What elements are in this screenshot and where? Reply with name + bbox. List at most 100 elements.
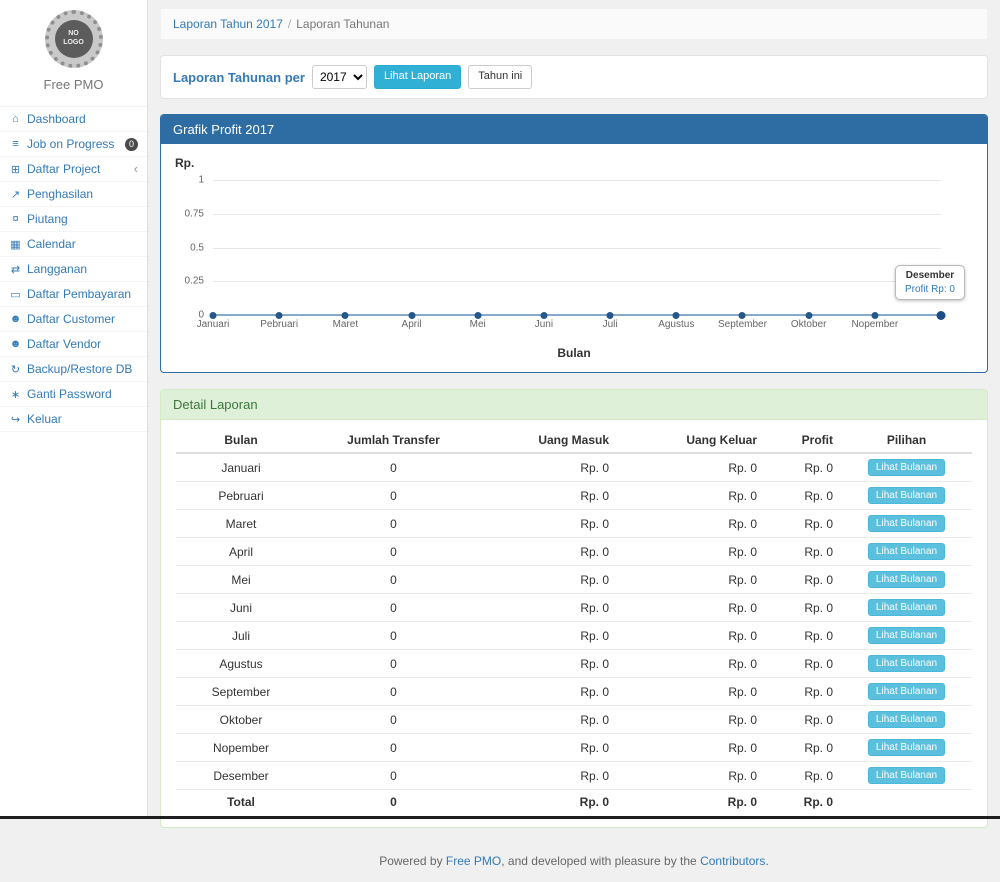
breadcrumb-link[interactable]: Laporan Tahun 2017 — [173, 17, 283, 31]
tooltip-value: Profit Rp: 0 — [905, 284, 955, 295]
sidebar-item-label: Daftar Vendor — [27, 337, 101, 351]
tahun-ini-button[interactable]: Tahun ini — [468, 65, 532, 88]
detail-table-wrap: Bulan Jumlah Transfer Uang Masuk Uang Ke… — [161, 420, 987, 827]
cell-uang-keluar: Rp. 0 — [621, 538, 771, 566]
lihat-bulanan-button[interactable]: Lihat Bulanan — [868, 767, 945, 784]
logo-area: NO LOGO Free PMO — [0, 0, 147, 98]
lihat-bulanan-button[interactable]: Lihat Bulanan — [868, 683, 945, 700]
x-tick-label: Juli — [603, 319, 618, 330]
table-row-maret: Maret0Rp. 0Rp. 0Rp. 0Lihat Bulanan — [176, 510, 972, 538]
sidebar-item-job-on-progress[interactable]: ≡Job on Progress0 — [0, 132, 147, 157]
cell-jumlah-transfer: 0 — [306, 650, 481, 678]
cell-uang-masuk: Rp. 0 — [481, 734, 621, 762]
cell-bulan: Oktober — [176, 706, 306, 734]
chart-tooltip: Desember Profit Rp: 0 — [895, 265, 965, 300]
cell-uang-keluar: Rp. 0 — [621, 482, 771, 510]
cell-bulan: September — [176, 678, 306, 706]
cell-bulan: Pebruari — [176, 482, 306, 510]
year-select[interactable]: 2017 — [312, 65, 367, 89]
lihat-bulanan-button[interactable]: Lihat Bulanan — [868, 487, 945, 504]
lihat-bulanan-button[interactable]: Lihat Bulanan — [868, 543, 945, 560]
lihat-bulanan-button[interactable]: Lihat Bulanan — [868, 711, 945, 728]
cell-pilihan: Lihat Bulanan — [841, 510, 972, 538]
cell-bulan: Juli — [176, 622, 306, 650]
lihat-bulanan-button[interactable]: Lihat Bulanan — [868, 571, 945, 588]
lihat-bulanan-button[interactable]: Lihat Bulanan — [868, 655, 945, 672]
sidebar-item-penghasilan[interactable]: ↗Penghasilan — [0, 182, 147, 207]
chart-panel-title: Grafik Profit 2017 — [161, 115, 987, 144]
lihat-bulanan-button[interactable]: Lihat Bulanan — [868, 739, 945, 756]
footer: Powered by Free PMO, and developed with … — [160, 844, 988, 882]
users-icon: ☻ — [9, 313, 22, 325]
cell-pilihan: Lihat Bulanan — [841, 566, 972, 594]
sidebar-item-daftar-vendor[interactable]: ☻ Daftar Vendor — [0, 332, 147, 357]
detail-panel-title: Detail Laporan — [161, 390, 987, 420]
y-tick-label: 0.75 — [185, 208, 204, 219]
cell-profit: Rp. 0 — [771, 650, 841, 678]
x-tick-label: Maret — [333, 319, 359, 330]
cell-bulan: Maret — [176, 510, 306, 538]
sidebar-item-langganan[interactable]: ⇄Langganan — [0, 257, 147, 282]
footer-text-middle: , and developed with pleasure by the — [501, 854, 700, 868]
sidebar-item-piutang[interactable]: ¤Piutang — [0, 207, 147, 232]
sidebar-item-label: Job on Progress — [27, 137, 114, 151]
total-uang-masuk: Rp. 0 — [481, 790, 621, 815]
cell-uang-masuk: Rp. 0 — [481, 762, 621, 790]
sidebar-item-keluar[interactable]: ↪Keluar — [0, 407, 147, 432]
sidebar-item-calendar[interactable]: ▦Calendar — [0, 232, 147, 257]
y-tick-label: 0.5 — [190, 242, 204, 253]
sidebar-item-label: Calendar — [27, 237, 76, 251]
total-jumlah-transfer: 0 — [306, 790, 481, 815]
cell-uang-masuk: Rp. 0 — [481, 538, 621, 566]
sidebar-item-label: Dashboard — [27, 112, 86, 126]
dashboard-icon: ⌂ — [9, 113, 22, 125]
cell-jumlah-transfer: 0 — [306, 762, 481, 790]
cell-uang-masuk: Rp. 0 — [481, 650, 621, 678]
cell-pilihan: Lihat Bulanan — [841, 734, 972, 762]
table-icon: ⊞ — [9, 163, 22, 176]
main-content: Laporan Tahun 2017/Laporan Tahunan Lapor… — [148, 0, 1000, 882]
x-tick-label: Pebruari — [260, 319, 298, 330]
cell-uang-keluar: Rp. 0 — [621, 622, 771, 650]
footer-link-contributors[interactable]: Contributors — [700, 854, 765, 868]
lihat-laporan-button[interactable]: Lihat Laporan — [374, 65, 461, 88]
cell-pilihan: Lihat Bulanan — [841, 762, 972, 790]
table-row-juli: Juli0Rp. 0Rp. 0Rp. 0Lihat Bulanan — [176, 622, 972, 650]
lihat-bulanan-button[interactable]: Lihat Bulanan — [868, 459, 945, 476]
cell-jumlah-transfer: 0 — [306, 678, 481, 706]
filter-label: Laporan Tahunan per — [173, 70, 305, 85]
sidebar-item-dashboard[interactable]: ⌂ Dashboard — [0, 107, 147, 132]
sidebar-menu: ⌂ Dashboard ≡Job on Progress0⊞Daftar Proje… — [0, 106, 147, 432]
cell-uang-keluar: Rp. 0 — [621, 453, 771, 482]
table-row-april: April0Rp. 0Rp. 0Rp. 0Lihat Bulanan — [176, 538, 972, 566]
cell-uang-keluar: Rp. 0 — [621, 650, 771, 678]
sidebar-item-label: Penghasilan — [27, 187, 93, 201]
breadcrumb: Laporan Tahun 2017/Laporan Tahunan — [160, 8, 988, 40]
cell-bulan: Mei — [176, 566, 306, 594]
sidebar-item-daftar-project[interactable]: ⊞Daftar Project‹ — [0, 157, 147, 182]
gridline — [213, 214, 941, 215]
cell-profit: Rp. 0 — [771, 734, 841, 762]
sidebar-item-label: Daftar Pembayaran — [27, 287, 131, 301]
gridline — [213, 281, 941, 282]
cell-uang-masuk: Rp. 0 — [481, 566, 621, 594]
lihat-bulanan-button[interactable]: Lihat Bulanan — [868, 515, 945, 532]
cell-uang-keluar: Rp. 0 — [621, 510, 771, 538]
cell-pilihan: Lihat Bulanan — [841, 622, 972, 650]
sidebar-item-ganti-password[interactable]: ∗Ganti Password — [0, 382, 147, 407]
lihat-bulanan-button[interactable]: Lihat Bulanan — [868, 627, 945, 644]
sidebar-item-backup-restore-db[interactable]: ↻Backup/Restore DB — [0, 357, 147, 382]
users-icon: ☻ — [9, 338, 22, 350]
sidebar-item-daftar-customer[interactable]: ☻Daftar Customer — [0, 307, 147, 332]
lihat-bulanan-button[interactable]: Lihat Bulanan — [868, 599, 945, 616]
breadcrumb-current: Laporan Tahunan — [296, 17, 389, 31]
cell-uang-keluar: Rp. 0 — [621, 706, 771, 734]
sidebar-item-daftar-pembayaran[interactable]: ▭Daftar Pembayaran — [0, 282, 147, 307]
table-row-agustus: Agustus0Rp. 0Rp. 0Rp. 0Lihat Bulanan — [176, 650, 972, 678]
cell-uang-keluar: Rp. 0 — [621, 678, 771, 706]
cell-bulan: Januari — [176, 453, 306, 482]
cell-uang-masuk: Rp. 0 — [481, 622, 621, 650]
cell-jumlah-transfer: 0 — [306, 566, 481, 594]
cell-jumlah-transfer: 0 — [306, 538, 481, 566]
footer-link-freepmo[interactable]: Free PMO — [446, 854, 501, 868]
